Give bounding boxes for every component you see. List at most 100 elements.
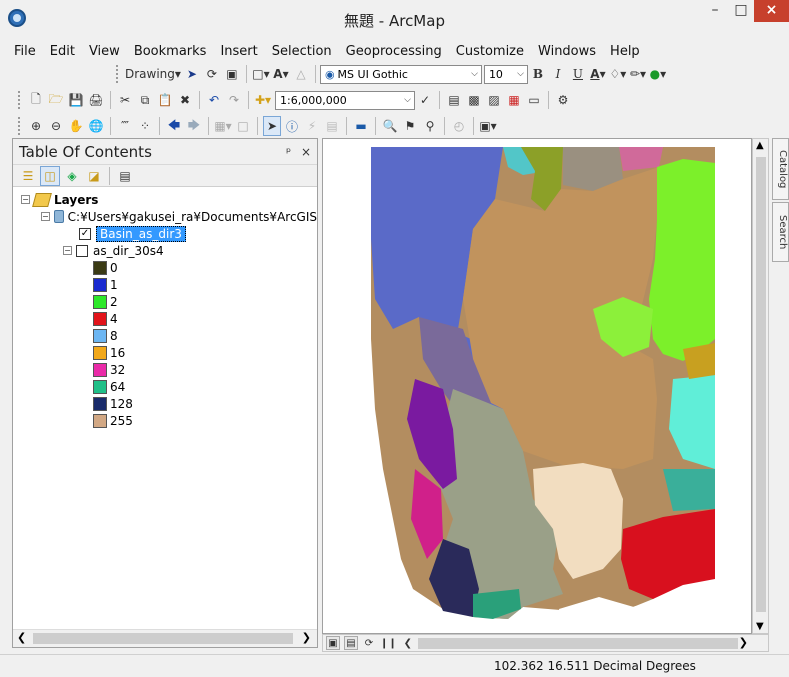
rotate-icon[interactable]: ⟳ — [203, 64, 221, 84]
find-icon[interactable]: 🔍 — [381, 116, 399, 136]
layer-visibility-checkbox[interactable] — [76, 244, 88, 257]
search-tab[interactable]: Search — [772, 202, 789, 262]
toc-close-icon[interactable]: × — [301, 145, 311, 159]
scroll-up-icon[interactable]: ▲ — [756, 140, 764, 151]
legend-swatch[interactable] — [93, 362, 107, 377]
new-icon[interactable]: 🗋 — [27, 90, 45, 110]
zoom-in-icon[interactable]: ⊕ — [27, 116, 45, 136]
font-name-select[interactable]: ◉ MS UI Gothic ⌵ — [319, 64, 482, 84]
toolbar-grip[interactable] — [18, 91, 22, 109]
copy-icon[interactable]: ⧉ — [136, 90, 154, 110]
arctoolbox-icon[interactable]: ▦ — [505, 90, 523, 110]
full-extent-icon[interactable]: 🌐 — [87, 116, 105, 136]
fixed-zoom-in-icon[interactable]: ⁗ — [116, 116, 134, 136]
rectangle-icon[interactable]: □▾ — [252, 64, 270, 84]
legend-item[interactable]: 64 — [13, 378, 317, 395]
menu-customize[interactable]: Customize — [456, 44, 524, 59]
menu-windows[interactable]: Windows — [538, 44, 596, 59]
scroll-thumb[interactable] — [33, 633, 293, 644]
menu-help[interactable]: Help — [610, 44, 640, 59]
legend-item[interactable]: 1 — [13, 276, 317, 293]
select-elements-icon[interactable]: ➤ — [183, 64, 201, 84]
scroll-left-icon[interactable]: ❮ — [17, 631, 26, 644]
collapse-icon[interactable]: − — [41, 212, 50, 221]
menu-view[interactable]: View — [89, 44, 120, 59]
marker-color-icon[interactable]: ● ▾ — [649, 64, 667, 84]
layer-label-basin[interactable]: Basin_as_dir3 — [96, 225, 186, 242]
python-window-icon[interactable]: ▭ — [525, 90, 543, 110]
list-by-visibility-icon[interactable]: ◈ — [62, 166, 82, 186]
font-size-select[interactable]: 10 ⌵ — [483, 64, 528, 84]
go-forward-icon[interactable]: 🡆 — [185, 116, 203, 136]
edit-vertices-icon[interactable]: △ — [292, 64, 310, 84]
paste-icon[interactable]: 📋 — [156, 90, 174, 110]
menu-insert[interactable]: Insert — [220, 44, 257, 59]
minimize-button[interactable]: – — [702, 0, 728, 22]
open-icon[interactable]: 🗁 — [47, 90, 65, 110]
refresh-icon[interactable]: ⟳ — [362, 636, 376, 650]
identify-icon[interactable]: ⓘ — [283, 116, 301, 136]
map-vertical-scrollbar[interactable]: ▲ ▼ — [752, 138, 769, 634]
list-by-selection-icon[interactable]: ◪ — [84, 166, 104, 186]
measure-icon[interactable]: ▬ — [352, 116, 370, 136]
find-route-icon[interactable]: ⚑ — [401, 116, 419, 136]
collapse-icon[interactable]: − — [63, 246, 72, 255]
time-slider-icon[interactable]: ◴ — [450, 116, 468, 136]
go-back-icon[interactable]: 🡄 — [165, 116, 183, 136]
legend-item[interactable]: 32 — [13, 361, 317, 378]
toolbar-grip[interactable] — [116, 65, 120, 83]
html-popup-icon[interactable]: ▤ — [323, 116, 341, 136]
toolbar-grip[interactable] — [18, 117, 22, 135]
menu-selection[interactable]: Selection — [272, 44, 332, 59]
list-by-drawing-order-icon[interactable]: ☰ — [18, 166, 38, 186]
zoom-whole-page-icon[interactable]: ▣ — [223, 64, 241, 84]
select-features-icon[interactable]: ▦▾ — [214, 116, 232, 136]
fill-color-icon[interactable]: ♢▾ — [609, 64, 627, 84]
map-horizontal-scroll-thumb[interactable] — [418, 638, 738, 649]
map-scale-input[interactable]: 1:6,000,000 ⌵ — [275, 90, 415, 110]
undo-icon[interactable]: ↶ — [205, 90, 223, 110]
catalog-icon[interactable]: ▩ — [465, 90, 483, 110]
model-builder-icon[interactable]: ⚙ — [554, 90, 572, 110]
legend-swatch[interactable] — [93, 413, 107, 428]
editor-toolbar-icon[interactable]: ✓ — [416, 90, 434, 110]
pause-drawing-icon[interactable]: ❙❙ — [380, 636, 397, 650]
scroll-right-icon[interactable]: ❯ — [739, 636, 748, 649]
clear-selection-icon[interactable]: □ — [234, 116, 252, 136]
redo-icon[interactable]: ↷ — [225, 90, 243, 110]
cut-icon[interactable]: ✂ — [116, 90, 134, 110]
legend-swatch[interactable] — [93, 260, 107, 275]
collapse-icon[interactable]: − — [21, 195, 30, 204]
fixed-zoom-out-icon[interactable]: ⁘ — [136, 116, 154, 136]
pin-icon[interactable]: ᵖ — [286, 145, 291, 159]
text-tool-icon[interactable]: A ▾ — [272, 64, 290, 84]
basin-raster-map[interactable] — [323, 139, 752, 634]
menu-edit[interactable]: Edit — [50, 44, 75, 59]
zoom-out-icon[interactable]: ⊖ — [47, 116, 65, 136]
legend-item[interactable]: 0 — [13, 259, 317, 276]
legend-swatch[interactable] — [93, 311, 107, 326]
menu-geoprocessing[interactable]: Geoprocessing — [346, 44, 442, 59]
toc-horizontal-scrollbar[interactable]: ❮ ❯ — [13, 629, 317, 647]
options-icon[interactable]: ▤ — [115, 166, 135, 186]
data-frame-row[interactable]: − C:¥Users¥gakusei_ra¥Documents¥ArcGIS — [13, 208, 317, 225]
legend-swatch[interactable] — [93, 277, 107, 292]
bold-button[interactable]: B — [529, 64, 547, 84]
legend-swatch[interactable] — [93, 294, 107, 309]
print-icon[interactable]: 🖨 — [87, 90, 105, 110]
legend-swatch[interactable] — [93, 345, 107, 360]
legend-swatch[interactable] — [93, 379, 107, 394]
legend-item[interactable]: 16 — [13, 344, 317, 361]
legend-item[interactable]: 255 — [13, 412, 317, 429]
legend-item[interactable]: 2 — [13, 293, 317, 310]
layout-view-button[interactable]: ▤ — [344, 636, 358, 650]
add-data-icon[interactable]: ✚▾ — [254, 90, 272, 110]
font-color-button[interactable]: A ▾ — [589, 64, 607, 84]
hyperlink-icon[interactable]: ⚡ — [303, 116, 321, 136]
menu-file[interactable]: File — [14, 44, 36, 59]
maximize-button[interactable]: □ — [728, 0, 754, 22]
layer-label-as-dir[interactable]: as_dir_30s4 — [93, 244, 164, 258]
select-elements-icon[interactable]: ➤ — [263, 116, 281, 136]
layers-group-row[interactable]: − Layers — [13, 191, 317, 208]
scroll-thumb[interactable] — [756, 157, 766, 612]
